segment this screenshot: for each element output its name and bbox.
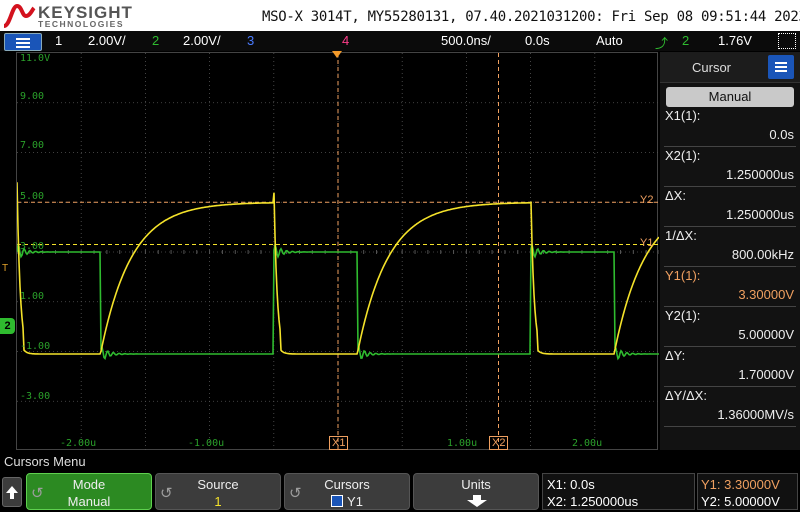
y-label-11v: 11.0V (20, 53, 51, 64)
units-softkey[interactable]: Units (413, 473, 539, 510)
keysight-wave-icon (3, 3, 36, 28)
y2-value: 5.00000V (738, 327, 794, 342)
x-label-2us: 2.00u (572, 438, 603, 449)
inverse-delta-x-value: 800.00kHz (731, 247, 794, 262)
trigger-level[interactable]: 1.76V (718, 33, 752, 48)
x2-label: X2(1): (665, 148, 701, 163)
trigger-source[interactable]: 2 (682, 33, 689, 48)
readout-y1: Y1: 3.30000V (701, 477, 780, 492)
y-label-3v: 3.00 (20, 241, 45, 252)
panel-title: Cursor (692, 60, 732, 75)
divider (664, 346, 796, 347)
ch1-scale[interactable]: 2.00V/ (88, 33, 126, 48)
timebase[interactable]: 500.0ns/ (441, 33, 491, 48)
divider (664, 386, 796, 387)
delta-y-label: ΔY: (665, 348, 686, 363)
cursors-softkey-label: Cursors (324, 477, 370, 492)
y2-label: Y2(1): (665, 308, 701, 323)
delay[interactable]: 0.0s (525, 33, 550, 48)
y-label-5v: 5.00 (20, 191, 45, 202)
trigger-slope-icon: ⤴ (655, 36, 669, 51)
y-cursor-readout: Y1: 3.30000V Y2: 5.00000V (697, 473, 798, 510)
x1-value: 0.0s (769, 127, 794, 142)
cursors-value-text: Y1 (347, 494, 363, 509)
x2-cursor-tag[interactable]: X2 (489, 436, 509, 450)
source-softkey[interactable]: ↺ Source 1 (155, 473, 281, 510)
trigger-level-marker: T (2, 263, 9, 274)
delta-x-value: 1.250000us (726, 207, 794, 222)
main-menu-button[interactable] (4, 33, 42, 51)
checkbox-icon (331, 495, 344, 507)
waveform-graticule (17, 53, 659, 451)
inverse-delta-x-label: 1/ΔX: (665, 228, 697, 243)
keysight-logo: KEYSIGHT TECHNOLOGIES (2, 2, 132, 29)
units-softkey-label: Units (461, 477, 491, 492)
cursor-panel-header: Cursor (660, 52, 800, 83)
mode-softkey-label: Mode (72, 477, 106, 492)
divider (664, 306, 796, 307)
divider (664, 146, 796, 147)
readout-y2: Y2: 5.00000V (701, 494, 780, 509)
mode-softkey[interactable]: ↺ Mode Manual (26, 473, 152, 510)
divider (664, 266, 796, 267)
divider (664, 426, 796, 427)
readout-x1: X1: 0.0s (547, 477, 595, 492)
ch2-number[interactable]: 2 (152, 33, 159, 48)
softkey-bar: ↺ Mode Manual ↺ Source 1 ↺ Cursors Y1 Un… (0, 472, 800, 512)
readout-x2: X2: 1.250000us (547, 494, 639, 509)
y-label-neg3v: -3.00 (20, 391, 51, 402)
y-label-9v: 9.00 (20, 91, 45, 102)
panel-menu-button[interactable] (768, 55, 794, 79)
instrument-info: MSO-X 3014T, MY55280131, 07.40.202103120… (262, 9, 800, 25)
x-cursor-readout: X1: 0.0s X2: 1.250000us (542, 473, 695, 510)
cursors-softkey[interactable]: ↺ Cursors Y1 (284, 473, 410, 510)
divider (664, 226, 796, 227)
back-button[interactable] (2, 477, 22, 507)
trigger-position-marker (332, 51, 342, 58)
mode-softkey-value: Manual (67, 494, 111, 509)
y-label-neg1v: -1.00 (20, 341, 51, 352)
y1-label: Y1(1): (665, 268, 701, 283)
slope-label: ΔY/ΔX: (665, 388, 707, 403)
cursor-mode-indicator[interactable]: Manual (666, 87, 794, 107)
y1-cursor-tag[interactable]: Y1 (640, 237, 653, 249)
status-bar: 1 2.00V/ 2 2.00V/ 3 4 500.0ns/ 0.0s Auto… (0, 31, 800, 51)
ch1-number[interactable]: 1 (55, 33, 62, 48)
screenshot-icon[interactable] (778, 33, 796, 49)
ch2-scale[interactable]: 2.00V/ (183, 33, 221, 48)
softkey-menu-title: Cursors Menu (4, 454, 86, 469)
header-bar: KEYSIGHT TECHNOLOGIES MSO-X 3014T, MY552… (0, 0, 800, 31)
source-softkey-label: Source (197, 477, 239, 492)
y2-cursor-tag[interactable]: Y2 (640, 194, 653, 206)
trigger-mode[interactable]: Auto (596, 33, 623, 48)
y1-value: 3.30000V (738, 287, 794, 302)
x-label-1us: 1.00u (447, 438, 478, 449)
brand-subtitle: TECHNOLOGIES (38, 19, 125, 29)
x-label-neg2us: -2.00u (60, 438, 97, 449)
cursors-softkey-value: Y1 (285, 494, 409, 509)
x2-value: 1.250000us (726, 167, 794, 182)
x-label-neg1us: -1.00u (188, 438, 225, 449)
ch2-ground-marker[interactable]: 2 (0, 318, 15, 334)
y-label-1v: 1.00 (20, 291, 45, 302)
up-arrow-icon (6, 486, 18, 499)
cursor-panel: Cursor Manual X1(1): 0.0s X2(1): 1.25000… (660, 52, 800, 450)
down-arrow-icon (467, 495, 487, 507)
delta-x-label: ΔX: (665, 188, 686, 203)
delta-y-value: 1.70000V (738, 367, 794, 382)
x1-label: X1(1): (665, 108, 701, 123)
y-label-7v: 7.00 (20, 140, 45, 151)
slope-value: 1.36000MV/s (717, 407, 794, 422)
source-softkey-value: 1 (214, 494, 222, 509)
divider (664, 186, 796, 187)
waveform-display[interactable] (16, 52, 659, 451)
x1-cursor-tag[interactable]: X1 (329, 436, 349, 450)
ch3-number[interactable]: 3 (247, 33, 254, 48)
ch4-number[interactable]: 4 (342, 33, 349, 48)
